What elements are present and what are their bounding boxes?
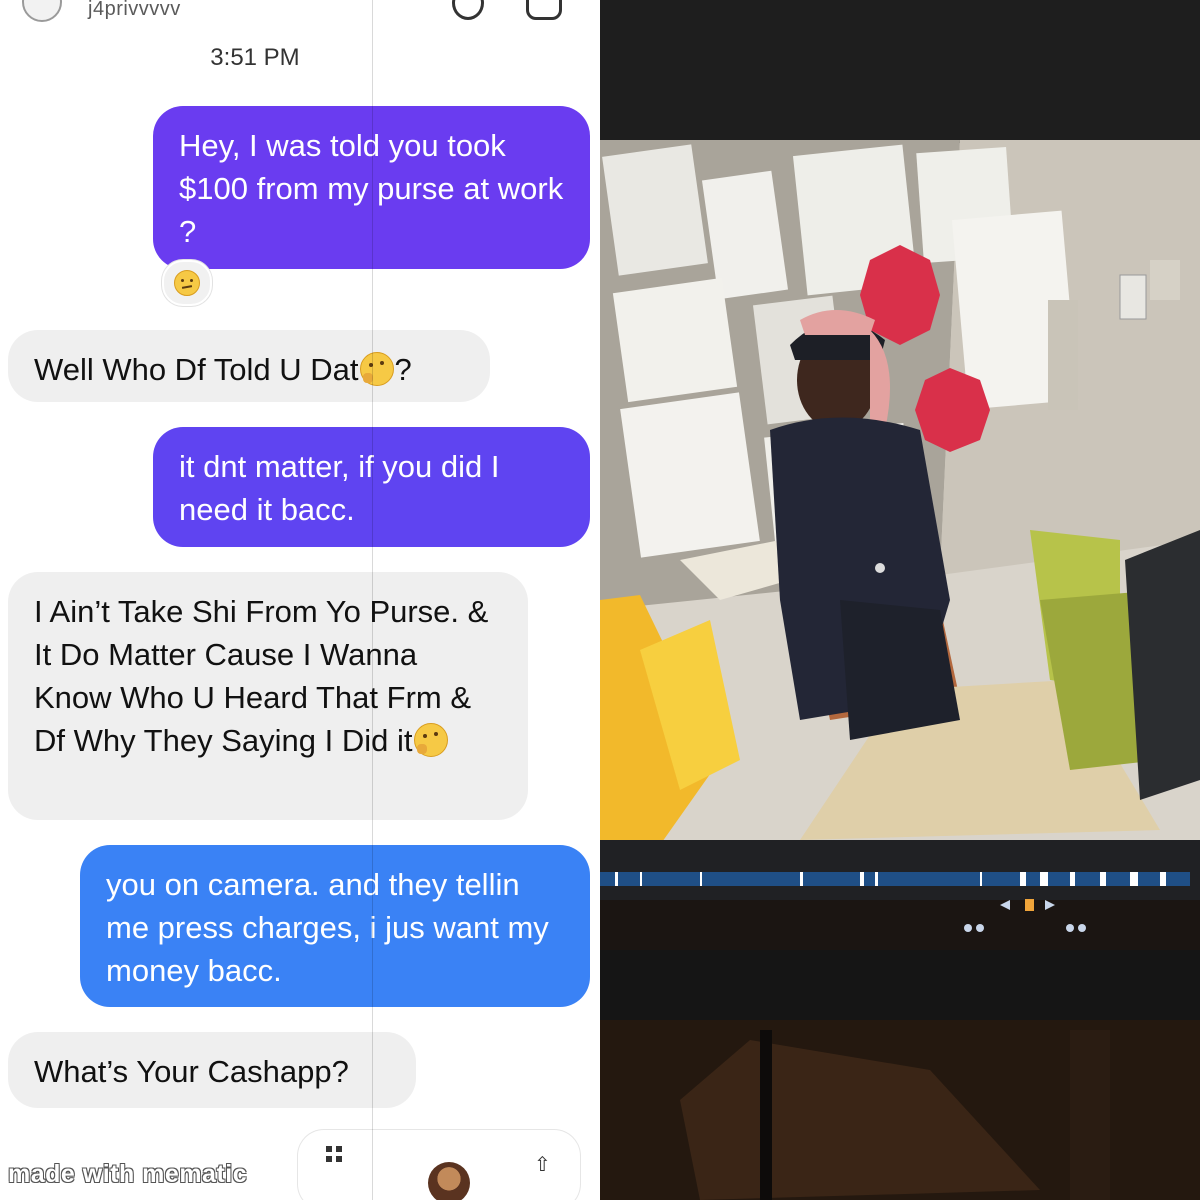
received-message[interactable]: What’s Your Cashapp? [8, 1032, 416, 1108]
call-icon[interactable] [452, 0, 484, 20]
message-composer[interactable]: ⇧ [298, 1130, 580, 1200]
chat-panel: j4privvvvv 3:51 PM Hey, I was told you t… [0, 0, 600, 1200]
avatar-icon[interactable] [22, 0, 62, 22]
message-text: What’s Your Cashapp? [34, 1054, 349, 1089]
message-text-suffix: ? [394, 352, 412, 387]
received-message[interactable]: I Ain’t Take Shi From Yo Purse. & It Do … [8, 572, 528, 820]
security-camera-image [600, 0, 1200, 1200]
avatar-thumbnail[interactable] [428, 1162, 470, 1200]
camera-photo [600, 0, 1200, 1200]
message-timestamp: 3:51 PM [210, 44, 300, 71]
qr-icon[interactable] [326, 1146, 342, 1162]
received-message[interactable]: Well Who Df Told U Dat? [8, 330, 490, 402]
share-icon[interactable]: ⇧ [534, 1152, 551, 1177]
watermark: made with mematic [8, 1160, 248, 1188]
message-text: you on camera. and they tellin me press … [106, 867, 549, 988]
thinking-face-icon [414, 723, 449, 757]
message-reaction[interactable] [162, 260, 212, 306]
message-text: it dnt matter, if you did I need it bacc… [179, 449, 500, 527]
thinking-face-icon [360, 352, 395, 386]
message-text: Well Who Df Told U Dat [34, 352, 359, 387]
video-icon[interactable] [526, 0, 562, 20]
fold-line [372, 0, 373, 1200]
raised-eyebrow-emoji-icon [174, 270, 200, 296]
sent-message[interactable]: you on camera. and they tellin me press … [80, 845, 590, 1007]
chat-username[interactable]: j4privvvvv [88, 0, 181, 21]
